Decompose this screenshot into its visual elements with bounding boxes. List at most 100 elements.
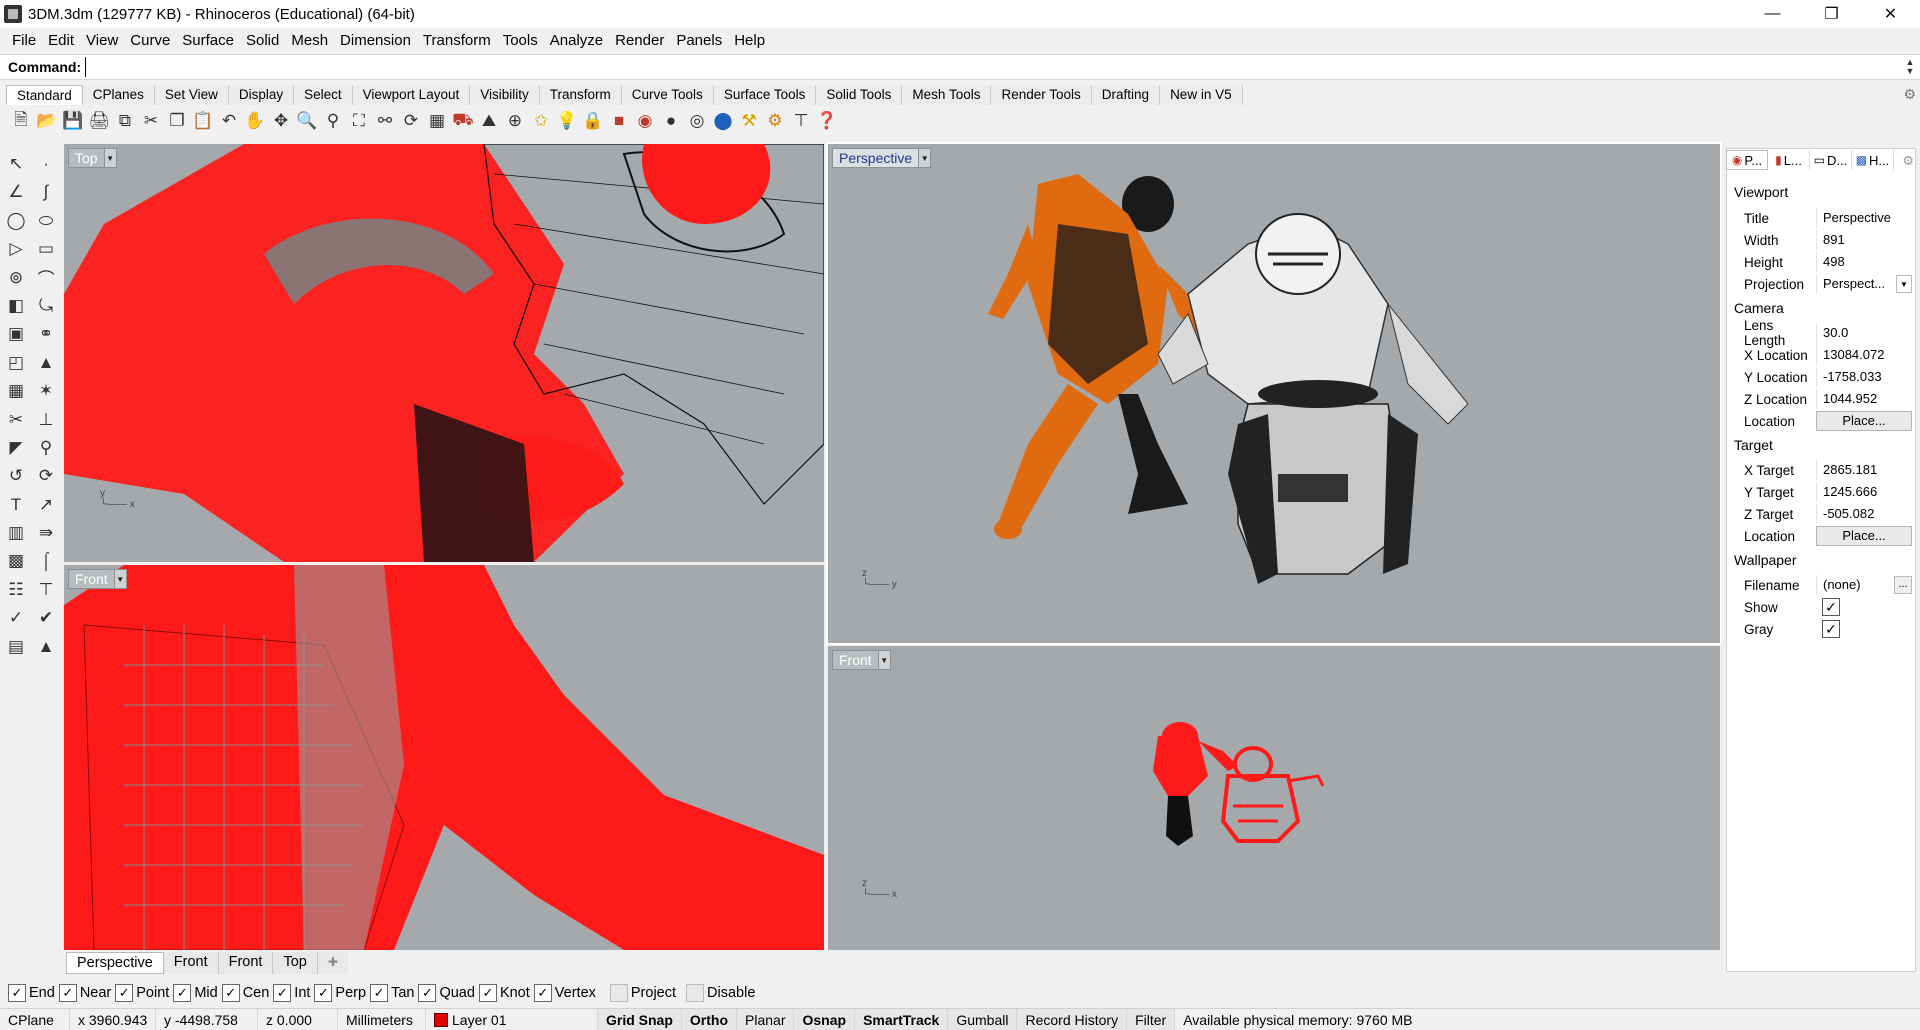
osnap-int[interactable]: ✓ Int — [273, 984, 310, 1002]
osnap-vertex[interactable]: ✓ Vertex — [533, 984, 596, 1002]
menu-analyze[interactable]: Analyze — [544, 29, 609, 53]
ellipse-icon[interactable]: ⬭ — [32, 207, 60, 235]
paste-icon[interactable]: 📋 — [190, 109, 216, 133]
osnap-knot-checkbox[interactable]: ✓ — [478, 984, 497, 1002]
osnap-quad-checkbox[interactable]: ✓ — [418, 984, 437, 1002]
four-viewports-icon[interactable]: ▦ — [424, 109, 450, 133]
options-gear-icon[interactable]: ⚙ — [762, 109, 788, 133]
menu-curve[interactable]: Curve — [124, 29, 176, 53]
shaded-sphere-icon[interactable]: ● — [658, 109, 684, 133]
split-icon[interactable]: ⊥ — [32, 406, 60, 434]
polyline-icon[interactable]: ∠ — [2, 178, 30, 206]
osnap-near[interactable]: ✓ Near — [58, 984, 111, 1002]
tab-surface-tools[interactable]: Surface Tools — [713, 85, 817, 105]
rendered-sphere-icon[interactable]: ◎ — [684, 109, 710, 133]
menu-edit[interactable]: Edit — [42, 29, 80, 53]
osnap-cen-checkbox[interactable]: ✓ — [221, 984, 240, 1002]
viewport-menu-chevron-icon[interactable]: ▼ — [113, 570, 126, 588]
panel-tab-display[interactable]: ▭ D... — [1810, 150, 1852, 170]
status-gumball[interactable]: Gumball — [948, 1008, 1018, 1030]
car-icon[interactable]: ⛟ — [450, 109, 476, 133]
osnap-perp[interactable]: ✓ Perp — [314, 984, 366, 1002]
new-file-icon[interactable]: 🗎 — [8, 109, 34, 133]
osnap-mid[interactable]: ✓ Mid — [173, 984, 218, 1002]
menu-surface[interactable]: Surface — [176, 29, 240, 53]
osnap-mid-checkbox[interactable]: ✓ — [173, 984, 192, 1002]
text-icon[interactable]: T — [2, 491, 30, 519]
surface-patch-icon[interactable]: ▲ — [32, 349, 60, 377]
named-view-icon[interactable]: ⛰ — [476, 109, 502, 133]
panel-tab-help[interactable]: ▩ H... — [1852, 150, 1894, 170]
row-title-value[interactable]: Perspective — [1816, 208, 1912, 228]
menu-transform[interactable]: Transform — [417, 29, 497, 53]
tab-new-in-v5[interactable]: New in V5 — [1160, 85, 1243, 105]
menu-panels[interactable]: Panels — [670, 29, 728, 53]
row-z-location-value[interactable]: 1044.952 — [1816, 389, 1912, 409]
tab-solid-tools[interactable]: Solid Tools — [816, 85, 903, 105]
tab-set-view[interactable]: Set View — [154, 85, 229, 105]
osnap-tan[interactable]: ✓ Tan — [370, 984, 414, 1002]
properties-icon[interactable]: ▤ — [2, 633, 30, 661]
pan-hand-icon[interactable]: ✋ — [242, 109, 268, 133]
viewport-menu-chevron-icon[interactable]: ▼ — [103, 149, 116, 167]
undo-icon[interactable]: ↶ — [216, 109, 242, 133]
render-tool-icon[interactable]: ▲ — [32, 633, 60, 661]
move-icon[interactable]: ↺ — [2, 462, 30, 490]
menu-render[interactable]: Render — [609, 29, 670, 53]
tab-select[interactable]: Select — [294, 85, 353, 105]
cplane-icon[interactable]: ⊕ — [502, 109, 528, 133]
lock-icon[interactable]: 🔒 — [580, 109, 606, 133]
save-icon[interactable]: 💾 — [60, 109, 86, 133]
status-osnap[interactable]: Osnap — [794, 1008, 856, 1030]
osnap-disable-checkbox[interactable] — [686, 984, 705, 1002]
analysis-icon[interactable]: ⚒ — [736, 109, 762, 133]
viewport-front-left[interactable]: Front ▼ — [64, 565, 824, 950]
close-icon[interactable]: ✕ — [1861, 0, 1920, 28]
rotate-icon[interactable]: ⟳ — [32, 462, 60, 490]
tab-viewport-layout[interactable]: Viewport Layout — [352, 85, 471, 105]
vtab-front-2[interactable]: Front — [219, 952, 274, 974]
color-wheel-icon[interactable]: ◉ — [632, 109, 658, 133]
viewport-top[interactable]: Top ▼ y └—— x — [64, 144, 824, 562]
osnap-int-checkbox[interactable]: ✓ — [273, 984, 292, 1002]
fillet-icon[interactable]: ◤ — [2, 434, 30, 462]
curve-control-points-icon[interactable]: ∫ — [32, 178, 60, 206]
history-icon[interactable]: ⊤ — [32, 576, 60, 604]
menu-dimension[interactable]: Dimension — [334, 29, 417, 53]
osnap-point[interactable]: ✓ Point — [115, 984, 169, 1002]
extrude-icon[interactable]: ◰ — [2, 349, 30, 377]
status-record-history[interactable]: Record History — [1017, 1008, 1128, 1030]
help-icon[interactable]: ❓ — [814, 109, 840, 133]
osnap-cen[interactable]: ✓ Cen — [221, 984, 269, 1002]
menu-help[interactable]: Help — [728, 29, 771, 53]
show-checkbox[interactable]: ✓ — [1822, 598, 1840, 616]
arc-icon[interactable]: ⌒ — [32, 264, 60, 292]
row-x-target-value[interactable]: 2865.181 — [1816, 460, 1912, 480]
browse-button[interactable]: ... — [1894, 576, 1912, 594]
viewport-front-label[interactable]: Front ▼ — [832, 650, 891, 670]
tab-render-tools[interactable]: Render Tools — [991, 85, 1092, 105]
tab-curve-tools[interactable]: Curve Tools — [621, 85, 714, 105]
status-smarttrack[interactable]: SmartTrack — [855, 1008, 949, 1030]
row-filename-value[interactable]: (none) — [1816, 575, 1894, 595]
tab-standard[interactable]: Standard — [6, 85, 83, 105]
circle-icon[interactable]: ◯ — [2, 207, 30, 235]
osnap-quad[interactable]: ✓ Quad — [418, 984, 475, 1002]
viewport-perspective-label[interactable]: Perspective ▼ — [832, 148, 932, 168]
menu-view[interactable]: View — [80, 29, 124, 53]
layer-icon[interactable]: ■ — [606, 109, 632, 133]
row-lens-length-value[interactable]: 30.0 — [1816, 323, 1912, 343]
osnap-perp-checkbox[interactable]: ✓ — [314, 984, 333, 1002]
osnap-end[interactable]: ✓ End — [8, 984, 55, 1002]
command-scroll-icon[interactable]: ▲ ▼ — [1904, 58, 1916, 76]
move-view-icon[interactable]: ✥ — [268, 109, 294, 133]
menu-file[interactable]: File — [6, 29, 42, 53]
viewport-menu-chevron-icon[interactable]: ▼ — [877, 651, 890, 669]
viewport-front-left-label[interactable]: Front ▼ — [68, 569, 127, 589]
panel-tab-properties[interactable]: ◉ P... — [1726, 150, 1768, 170]
status-cplane[interactable]: CPlane — [0, 1008, 70, 1030]
zoom-extents-icon[interactable]: ⛶ — [346, 109, 372, 133]
surface-corner-icon[interactable]: ◧ — [2, 292, 30, 320]
viewport-top-label[interactable]: Top ▼ — [68, 148, 117, 168]
osnap-project[interactable]: Project — [609, 984, 676, 1002]
